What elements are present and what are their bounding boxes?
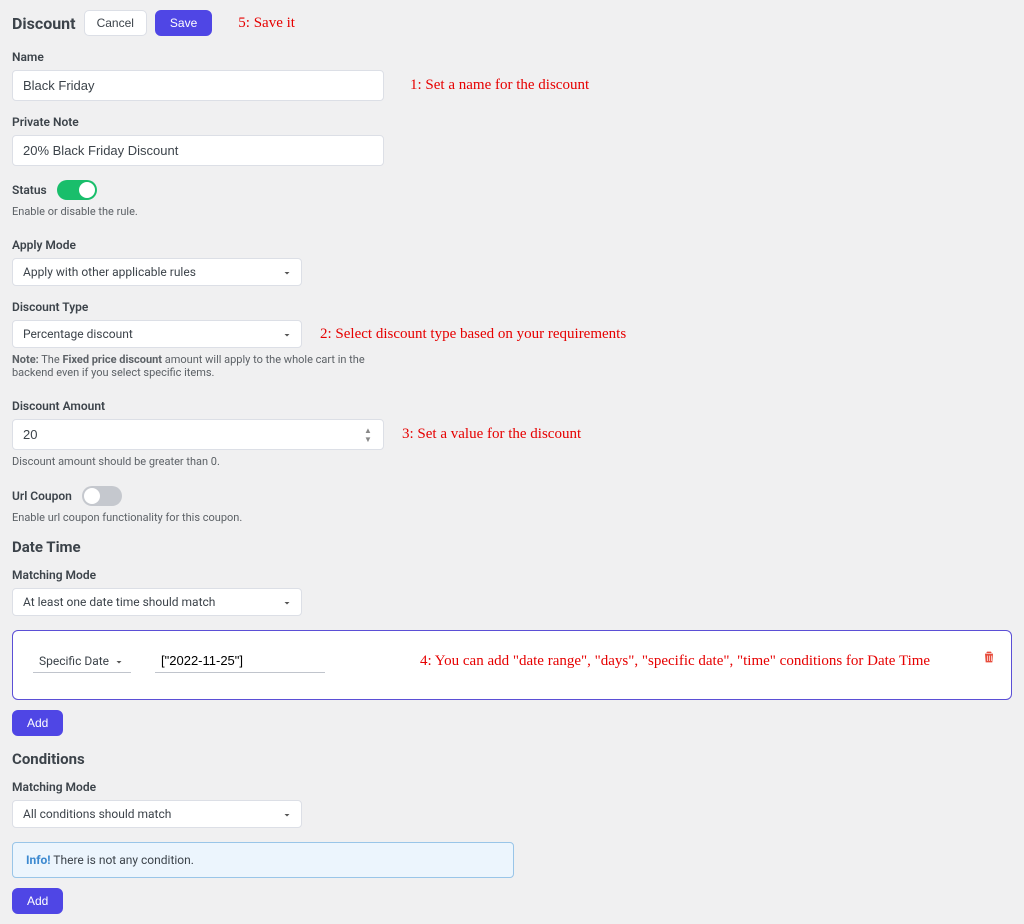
discount-type-value: Percentage discount [23,327,133,341]
apply-mode-select[interactable]: Apply with other applicable rules [12,258,302,286]
page-header: Discount Cancel Save 5: Save it [12,10,1012,36]
info-text: There is not any condition. [51,853,194,867]
private-note-label: Private Note [12,115,1012,129]
conditions-matching-label: Matching Mode [12,780,1012,794]
chevron-down-icon [281,267,291,277]
chevron-down-icon [113,656,123,666]
status-hint: Enable or disable the rule. [12,205,1012,218]
discount-type-select[interactable]: Percentage discount [12,320,302,348]
datetime-matching-label: Matching Mode [12,568,1012,582]
field-conditions-matching: Matching Mode All conditions should matc… [12,780,1012,828]
field-datetime-matching: Matching Mode At least one date time sho… [12,568,1012,616]
url-coupon-label: Url Coupon [12,489,72,503]
cancel-button[interactable]: Cancel [84,10,147,36]
field-url-coupon: Url Coupon Enable url coupon functionali… [12,486,1012,524]
name-label: Name [12,50,1012,64]
field-discount-type: Discount Type Percentage discount 2: Sel… [12,300,1012,379]
info-badge: Info! [26,853,51,867]
datetime-matching-select[interactable]: At least one date time should match [12,588,302,616]
discount-amount-hint: Discount amount should be greater than 0… [12,455,1012,468]
name-input[interactable] [12,70,384,101]
datetime-type-select[interactable]: Specific Date [33,650,131,673]
datetime-value-input[interactable] [155,649,325,673]
chevron-down-icon [281,809,291,819]
status-label: Status [12,183,47,197]
annotation-discount-amount: 3: Set a value for the discount [402,426,581,443]
number-spinner-icon[interactable]: ▲▼ [364,426,378,444]
datetime-condition-row: Specific Date 4: You can add "date range… [12,630,1012,700]
annotation-datetime: 4: You can add "date range", "days", "sp… [359,653,991,670]
discount-type-label: Discount Type [12,300,1012,314]
field-name: Name 1: Set a name for the discount [12,50,1012,101]
discount-type-note: Note: The Fixed price discount amount wi… [12,353,384,379]
annotation-save: 5: Save it [238,15,295,32]
field-apply-mode: Apply Mode Apply with other applicable r… [12,238,1012,286]
conditions-info-box: Info! There is not any condition. [12,842,514,878]
url-coupon-toggle[interactable] [82,486,122,506]
private-note-input[interactable] [12,135,384,166]
status-toggle[interactable] [57,180,97,200]
apply-mode-value: Apply with other applicable rules [23,265,196,279]
field-status: Status Enable or disable the rule. [12,180,1012,218]
conditions-section-title: Conditions [12,750,1012,768]
trash-icon[interactable] [981,649,997,669]
annotation-discount-type: 2: Select discount type based on your re… [320,326,626,343]
chevron-down-icon [281,329,291,339]
datetime-section-title: Date Time [12,538,1012,556]
save-button[interactable]: Save [155,10,212,36]
field-discount-amount: Discount Amount ▲▼ 3: Set a value for th… [12,399,1012,468]
apply-mode-label: Apply Mode [12,238,1012,252]
annotation-name: 1: Set a name for the discount [410,77,589,94]
field-private-note: Private Note [12,115,1012,166]
page-title: Discount [12,14,76,33]
conditions-add-button[interactable]: Add [12,888,63,914]
datetime-matching-value: At least one date time should match [23,595,215,609]
datetime-type-value: Specific Date [39,654,109,668]
conditions-matching-select[interactable]: All conditions should match [12,800,302,828]
discount-amount-input[interactable] [12,419,384,450]
chevron-down-icon [281,597,291,607]
url-coupon-hint: Enable url coupon functionality for this… [12,511,1012,524]
discount-amount-label: Discount Amount [12,399,1012,413]
datetime-add-button[interactable]: Add [12,710,63,736]
conditions-matching-value: All conditions should match [23,807,171,821]
